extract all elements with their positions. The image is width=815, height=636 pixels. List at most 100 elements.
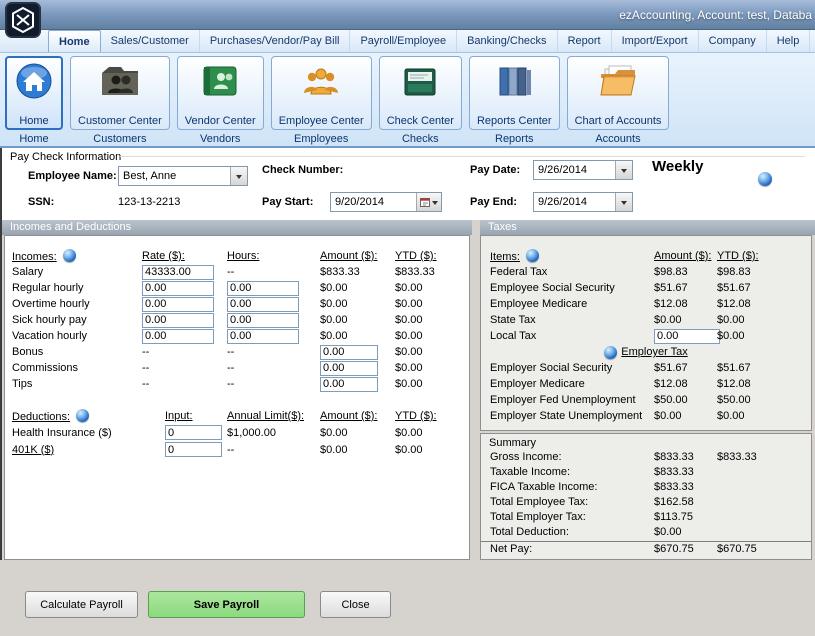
tab-import-export[interactable]: Import/Export [612,30,699,52]
tax-row-employee-social-security: Employee Social Security$51.67$51.67 [481,280,811,296]
tab-help[interactable]: Help [767,30,811,52]
toolbar-item-sublabel: Customers [93,133,146,145]
tips-amount-input[interactable] [320,377,378,392]
chevron-down-icon[interactable] [615,161,632,179]
globe-help-icon[interactable] [526,249,539,262]
vendor-center-icon [198,60,242,102]
health-insurance-annual-limit: $1,000.00 [227,427,276,439]
reports-center-icon [492,60,536,102]
taxes-section-header: Taxes [480,220,815,235]
toolbar-button-check-center[interactable]: Check Center [379,56,462,130]
401k-input-input[interactable] [165,442,222,457]
summary-label: Total Deduction: [481,526,654,538]
pay-end-select[interactable]: 9/26/2014 [533,192,633,212]
overtime-hourly-rate-input[interactable] [142,297,214,312]
deduction-label[interactable]: 401K ($) [5,444,165,456]
column-header-amount: Amount ($): [654,250,717,262]
toolbar-button-customer-center[interactable]: Customer Center [70,56,170,130]
incomes-header-row: Incomes:Rate ($):Hours:Amount ($):YTD ($… [5,248,469,264]
toolbar-button-vendor-center[interactable]: Vendor Center [177,56,264,130]
employee-social-security-amount: $51.67 [654,282,688,294]
sick-hourly-pay-hours-input[interactable] [227,313,299,328]
toolbar-button-label: Check Center [387,115,454,127]
column-header-ytd: YTD ($): [717,250,811,262]
close-button[interactable]: Close [320,591,391,618]
save-payroll-button[interactable]: Save Payroll [148,591,305,618]
toolbar-item-vendors: Vendor Center Vendors [177,56,264,145]
chevron-down-icon[interactable] [230,167,247,185]
pay-start-datepicker[interactable]: 9/20/2014 [330,192,442,212]
toolbar-button-home[interactable]: Home [5,56,63,130]
globe-help-icon[interactable] [76,409,89,422]
tab-purchases-vendor-pay-bill[interactable]: Purchases/Vendor/Pay Bill [200,30,351,52]
ssn-value: 123-13-2213 [118,196,180,208]
local-tax-amount-input[interactable] [654,329,720,344]
check-center-icon [398,60,442,102]
globe-help-icon[interactable] [758,172,772,186]
net-pay-amount: $670.75 [654,543,717,555]
employee-name-select[interactable]: Best, Anne [118,166,248,186]
commissions-amount-input[interactable] [320,361,378,376]
employer-fed-unemployment-amount: $50.00 [654,394,688,406]
regular-hourly-rate-input[interactable] [142,281,214,296]
vacation-hourly-hours-input[interactable] [227,329,299,344]
summary-label: Taxable Income: [481,466,654,478]
vacation-hourly-rate-input[interactable] [142,329,214,344]
sick-hourly-pay-rate-input[interactable] [142,313,214,328]
menu-tabs: HomeSales/CustomerPurchases/Vendor/Pay B… [0,30,815,53]
toolbar-item-sublabel: Vendors [200,133,240,145]
globe-help-icon[interactable] [604,346,617,359]
income-row-commissions: Commissions----$0.00 [5,360,469,376]
column-header-ytd: YTD ($): [395,410,469,422]
overtime-hourly-hours-input[interactable] [227,297,299,312]
tax-label: Employee Social Security [481,282,654,294]
calendar-icon[interactable] [416,193,441,211]
calculate-payroll-button[interactable]: Calculate Payroll [25,591,138,618]
employee-name-value: Best, Anne [119,170,230,182]
deductions-header-row: Deductions:Input:Annual Limit($):Amount … [5,408,469,424]
tab-banking-checks[interactable]: Banking/Checks [457,30,558,52]
regular-hourly-hours-input[interactable] [227,281,299,296]
summary-row-gross-income: Gross Income:$833.33$833.33 [481,449,811,464]
app-logo-icon[interactable] [5,2,41,38]
bottom-bar: Calculate Payroll Save Payroll Close [0,560,815,636]
employer-tax-header: Employer Tax [481,344,811,360]
employer-tax-title: Employer Tax [621,346,687,358]
chevron-down-icon[interactable] [615,193,632,211]
income-row-regular-hourly: Regular hourly$0.00$0.00 [5,280,469,296]
taxes-panel: Items:Amount ($):YTD ($):Federal Tax$98.… [480,235,812,431]
tab-company[interactable]: Company [699,30,767,52]
employer-social-security-amount: $51.67 [654,362,688,374]
employer-medicare-amount: $12.08 [654,378,688,390]
gross-income-amount: $833.33 [654,451,717,463]
incomes-section-header: Incomes and Deductions [2,220,472,235]
salary-rate-input[interactable] [142,265,214,280]
bonus-amount-input[interactable] [320,345,378,360]
health-insurance-input-input[interactable] [165,425,222,440]
summary-label: FICA Taxable Income: [481,481,654,493]
paycheck-section-title: Pay Check Information [10,151,121,163]
toolbar-button-label: Home [19,115,48,127]
toolbar-item-reports: Reports CenterReports [469,56,560,145]
pay-date-label: Pay Date: [470,164,520,176]
toolbar-button-chart-of-accounts[interactable]: Chart of Accounts [567,56,670,130]
employee-social-security-ytd: $51.67 [717,282,751,294]
employer-fed-unemployment-ytd: $50.00 [717,394,751,406]
net-pay-ytd: $670.75 [717,543,811,555]
toolbar-item-accounts: Chart of AccountsAccounts [567,56,670,145]
tab-home[interactable]: Home [48,30,101,52]
employer-state-unemployment-ytd: $0.00 [717,410,745,422]
tab-sales-customer[interactable]: Sales/Customer [101,30,200,52]
globe-help-icon[interactable] [63,249,76,262]
tax-label: State Tax [481,314,654,326]
toolbar-button-employee-center[interactable]: Employee Center [271,56,372,130]
pay-date-select[interactable]: 9/26/2014 [533,160,633,180]
tax-row-state-tax: State Tax$0.00$0.00 [481,312,811,328]
income-label: Regular hourly [5,282,142,294]
401k-annual-limit: -- [227,444,234,456]
tab-report[interactable]: Report [558,30,612,52]
tax-row-employer-social-security: Employer Social Security$51.67$51.67 [481,360,811,376]
toolbar-button-reports-center[interactable]: Reports Center [469,56,560,130]
state-tax-ytd: $0.00 [717,314,745,326]
tab-payroll-employee[interactable]: Payroll/Employee [350,30,457,52]
